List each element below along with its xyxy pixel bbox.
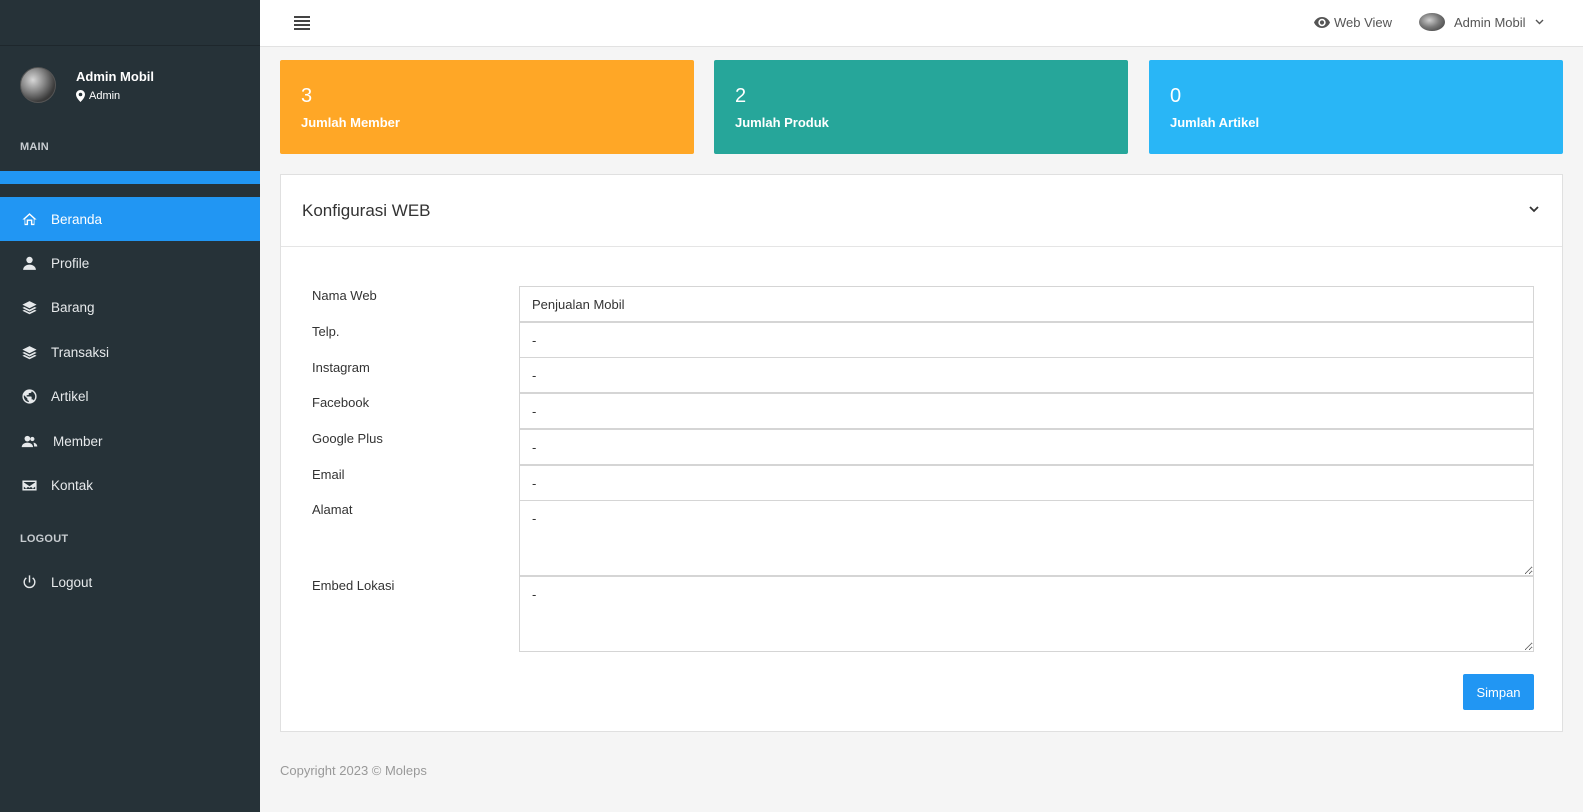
panel-divider	[281, 246, 1562, 247]
embed-lokasi-textarea[interactable]: -	[519, 576, 1534, 652]
sidebar-item-label: Kontak	[51, 477, 94, 493]
sidebar-item-label: Profile	[51, 255, 90, 271]
nav-heading-logout: LOGOUT	[20, 533, 69, 545]
sidebar-item-artikel[interactable]: Artikel	[0, 374, 260, 418]
sidebar-item-profile[interactable]: Profile	[0, 241, 260, 285]
label-email: Email	[312, 467, 345, 482]
map-marker-icon	[76, 90, 85, 102]
label-instagram: Instagram	[312, 360, 370, 375]
hamburger-menu-icon[interactable]	[294, 16, 310, 30]
stat-value: 0	[1170, 85, 1182, 107]
stat-label: Jumlah Artikel	[1170, 115, 1260, 130]
label-nama-web: Nama Web	[312, 288, 377, 303]
stat-card-produk: 2 Jumlah Produk	[714, 60, 1128, 154]
profile-role-text: Admin	[89, 90, 121, 102]
envelope-icon	[20, 476, 38, 494]
facebook-input[interactable]	[519, 393, 1534, 429]
chevron-down-icon	[1535, 19, 1544, 25]
sidebar-item-label: Artikel	[51, 388, 89, 404]
layers-icon	[20, 298, 38, 316]
top-header: Web View Admin Mobil	[260, 0, 1583, 47]
stat-value: 2	[735, 85, 747, 107]
profile-name: Admin Mobil	[76, 69, 154, 84]
stat-value: 3	[301, 85, 313, 107]
sidebar-item-label: Transaksi	[51, 344, 110, 360]
nav-highlight-strip	[0, 171, 260, 184]
sidebar-item-label: Member	[53, 433, 103, 449]
web-view-link[interactable]: Web View	[1314, 15, 1392, 30]
chevron-down-icon[interactable]	[1528, 203, 1540, 215]
instagram-input[interactable]	[519, 357, 1534, 393]
label-alamat: Alamat	[312, 502, 353, 517]
users-icon	[20, 432, 38, 450]
power-icon	[20, 573, 38, 591]
sidebar-item-barang[interactable]: Barang	[0, 285, 260, 329]
sidebar-profile: Admin Mobil Admin	[0, 46, 260, 126]
email-input[interactable]	[519, 465, 1534, 501]
label-facebook: Facebook	[312, 395, 370, 410]
save-button[interactable]: Simpan	[1463, 674, 1534, 710]
sidebar-brand-bar	[0, 0, 260, 46]
sidebar-item-label: Logout	[51, 574, 93, 590]
eye-icon	[1314, 17, 1330, 28]
stat-card-member: 3 Jumlah Member	[280, 60, 694, 154]
user-menu-name: Admin Mobil	[1454, 14, 1526, 30]
footer-copyright: Copyright 2023 © Moleps	[280, 763, 427, 778]
telp-input[interactable]	[519, 322, 1534, 358]
sidebar-item-member[interactable]: Member	[0, 419, 260, 463]
stat-label: Jumlah Produk	[735, 115, 829, 130]
home-icon	[20, 210, 38, 228]
user-avatar	[1419, 13, 1445, 31]
config-panel: Konfigurasi WEB Nama Web Telp. Instagram…	[280, 174, 1563, 732]
profile-role: Admin	[76, 90, 120, 102]
sidebar-item-kontak[interactable]: Kontak	[0, 463, 260, 507]
label-google-plus: Google Plus	[312, 431, 383, 446]
globe-icon	[20, 387, 38, 405]
stat-card-artikel: 0 Jumlah Artikel	[1149, 60, 1563, 154]
user-icon	[20, 254, 38, 272]
google-plus-input[interactable]	[519, 429, 1534, 465]
web-view-label: Web View	[1334, 15, 1393, 30]
sidebar-item-beranda[interactable]: Beranda	[0, 197, 260, 241]
alamat-textarea[interactable]: -	[519, 500, 1534, 576]
sidebar-item-logout[interactable]: Logout	[0, 560, 260, 604]
panel-title: Konfigurasi WEB	[302, 201, 431, 220]
sidebar-item-transaksi[interactable]: Transaksi	[0, 330, 260, 374]
avatar	[20, 67, 56, 103]
sidebar-item-label: Beranda	[51, 211, 103, 227]
nav-heading-main: MAIN	[20, 141, 49, 153]
label-embed-lokasi: Embed Lokasi	[312, 578, 395, 593]
stat-label: Jumlah Member	[301, 115, 400, 130]
nama-web-input[interactable]	[519, 286, 1534, 322]
sidebar: Admin Mobil Admin MAIN Beranda Profile B…	[0, 0, 260, 812]
sidebar-item-label: Barang	[51, 299, 95, 315]
label-telp: Telp.	[312, 324, 340, 339]
user-menu-dropdown[interactable]: Admin Mobil	[1419, 13, 1544, 31]
layers-icon	[20, 343, 38, 361]
